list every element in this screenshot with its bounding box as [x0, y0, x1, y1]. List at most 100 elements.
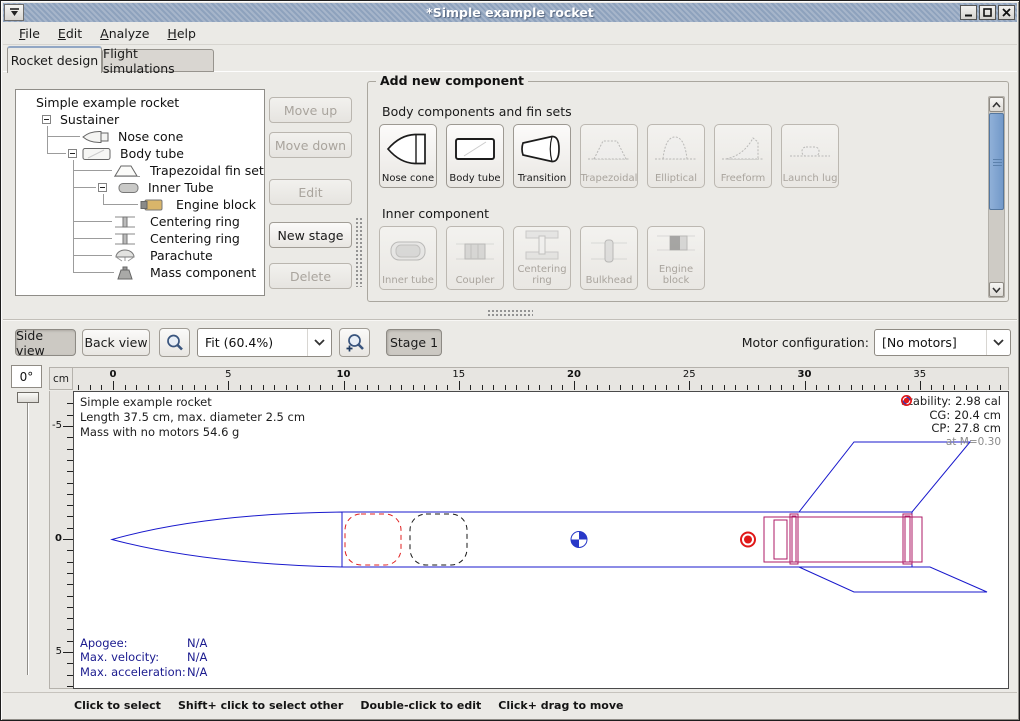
- menu-edit[interactable]: Edit: [50, 24, 90, 43]
- tab-rocket-design[interactable]: Rocket design: [7, 46, 102, 73]
- edit-button[interactable]: Edit: [269, 179, 352, 205]
- mass-component-icon: [116, 266, 134, 283]
- tree-guide-line: [103, 204, 138, 205]
- transition-icon: [519, 125, 565, 173]
- ruler-tick-label: -5: [52, 420, 62, 431]
- tree-item-simple-example-rocket[interactable]: Simple example rocket: [16, 94, 264, 111]
- move-up-button[interactable]: Move up: [269, 97, 352, 123]
- tree-item-inner-tube[interactable]: Inner Tube: [16, 179, 264, 196]
- tree-guide-line: [47, 153, 66, 154]
- mach-condition-label: at M=0.30: [901, 436, 1001, 450]
- tab-flight-simulations[interactable]: Flight simulations: [102, 49, 214, 72]
- horizontal-splitter-grip[interactable]: [487, 309, 533, 317]
- side-view-button[interactable]: Side view: [15, 329, 76, 356]
- component-trapezoidal-button[interactable]: Trapezoidal: [580, 124, 638, 188]
- zoom-in-magnifier-icon: [345, 333, 365, 353]
- menu-help[interactable]: Help: [159, 24, 204, 43]
- minimize-button[interactable]: [960, 5, 977, 20]
- component-transition-button[interactable]: Transition: [513, 124, 571, 188]
- back-view-button[interactable]: Back view: [82, 329, 150, 356]
- component-scrollbar[interactable]: [988, 96, 1005, 298]
- ruler-unit-label: cm: [49, 367, 73, 390]
- new-stage-button[interactable]: New stage: [269, 222, 352, 248]
- rocket-design-canvas[interactable]: Simple example rocket Length 37.5 cm, ma…: [73, 391, 1009, 689]
- zoom-out-button[interactable]: [159, 328, 190, 357]
- delete-button[interactable]: Delete: [269, 263, 352, 289]
- collapse-expander-icon[interactable]: [42, 115, 51, 124]
- scroll-up-icon[interactable]: [989, 97, 1004, 112]
- ruler-tick-label: 0: [110, 369, 117, 380]
- component-engine-block-button[interactable]: Engine block: [647, 226, 705, 290]
- component-freeform-button[interactable]: Freeform: [714, 124, 772, 188]
- status-hint: Click+ drag to move: [498, 699, 623, 712]
- coupler-icon: [452, 227, 498, 275]
- inner-components-row: Inner tubeCouplerCentering ringBulkheadE…: [379, 226, 705, 290]
- zoom-out-magnifier-icon: [165, 333, 185, 353]
- component-launch-lug-button[interactable]: Launch lug: [781, 124, 839, 188]
- maximize-button[interactable]: [979, 5, 996, 20]
- menu-file[interactable]: File: [11, 24, 48, 43]
- component-body-tube-button[interactable]: Body tube: [446, 124, 504, 188]
- status-hint: Double-click to edit: [360, 699, 481, 712]
- body-components-row: Nose coneBody tubeTransitionTrapezoidalE…: [379, 124, 839, 188]
- collapse-expander-icon[interactable]: [98, 183, 107, 192]
- panel-title: Add new component: [376, 73, 528, 88]
- stability-info: Stability: 2.98 cal CG: 20.4 cm CP: 27.8…: [901, 395, 1001, 449]
- stage-1-toggle[interactable]: Stage 1: [386, 329, 442, 356]
- component-tree[interactable]: Simple example rocketSustainerNose coneB…: [15, 89, 265, 296]
- menu-analyze[interactable]: Analyze: [92, 24, 157, 43]
- body-tube-icon: [452, 125, 498, 173]
- component-nose-cone-button[interactable]: Nose cone: [379, 124, 437, 188]
- title-bar[interactable]: *Simple example rocket: [3, 3, 1017, 22]
- ruler-tick-label: 0: [55, 533, 62, 544]
- scroll-down-icon[interactable]: [989, 282, 1004, 297]
- ruler-tick-label: 5: [56, 646, 62, 657]
- nose-cone-icon: [385, 125, 431, 173]
- vertical-splitter-grip[interactable]: [355, 217, 362, 287]
- ruler-tick-label: 20: [567, 369, 581, 380]
- ruler-tick-label: 5: [225, 369, 231, 380]
- centering-ring-icon: [519, 226, 565, 264]
- motor-configuration-combobox[interactable]: [No motors]: [874, 329, 1011, 356]
- scrollbar-thumb[interactable]: [989, 113, 1004, 210]
- zoom-level-combobox[interactable]: Fit (60.4%): [197, 328, 332, 357]
- body-components-label: Body components and fin sets: [382, 104, 572, 119]
- tree-item-sustainer[interactable]: Sustainer: [16, 111, 264, 128]
- tree-item-trapezoidal-fin-set[interactable]: Trapezoidal fin set: [16, 162, 264, 179]
- flight-stat-max-acceleration: Max. acceleration:N/A: [80, 665, 186, 680]
- zoom-in-button[interactable]: [339, 328, 370, 357]
- tree-guide-line: [73, 255, 112, 256]
- tree-item-mass-component[interactable]: Mass component: [16, 264, 264, 281]
- chevron-down-icon: [307, 329, 331, 356]
- component-bulkhead-button[interactable]: Bulkhead: [580, 226, 638, 290]
- chevron-down-icon: [986, 330, 1010, 355]
- trapezoidal-fin-icon: [586, 125, 632, 173]
- component-inner-tube-button[interactable]: Inner tube: [379, 226, 437, 290]
- horizontal-ruler: 05101520253035: [73, 367, 1009, 390]
- component-coupler-button[interactable]: Coupler: [446, 226, 504, 290]
- rotation-angle-field[interactable]: 0°: [11, 365, 42, 388]
- tree-guide-line: [47, 126, 48, 153]
- rotation-slider-track[interactable]: [27, 403, 29, 675]
- tree-guide-line: [73, 221, 112, 222]
- tree-item-parachute[interactable]: Parachute: [16, 247, 264, 264]
- collapse-expander-icon[interactable]: [68, 149, 77, 158]
- ruler-tick-label: 30: [798, 369, 812, 380]
- tree-guide-line: [73, 187, 96, 188]
- tree-item-centering-ring[interactable]: Centering ring: [16, 213, 264, 230]
- tree-item-engine-block[interactable]: Engine block: [16, 196, 264, 213]
- close-button[interactable]: [998, 5, 1015, 20]
- rotation-slider-handle[interactable]: [17, 392, 39, 403]
- tree-guide-line: [103, 194, 104, 204]
- inner-tube-icon: [385, 227, 431, 275]
- tree-guide-line: [73, 272, 114, 273]
- launch-lug-icon: [787, 125, 833, 173]
- status-bar: Click to selectShift+ click to select ot…: [3, 692, 1017, 718]
- nose-cone-outline: [112, 512, 342, 567]
- system-menu-icon[interactable]: [4, 4, 24, 21]
- tree-item-centering-ring[interactable]: Centering ring: [16, 230, 264, 247]
- move-down-button[interactable]: Move down: [269, 132, 352, 158]
- component-centering-ring-button[interactable]: Centering ring: [513, 226, 571, 290]
- component-elliptical-button[interactable]: Elliptical: [647, 124, 705, 188]
- flight-stat-apogee: Apogee:N/A: [80, 636, 186, 651]
